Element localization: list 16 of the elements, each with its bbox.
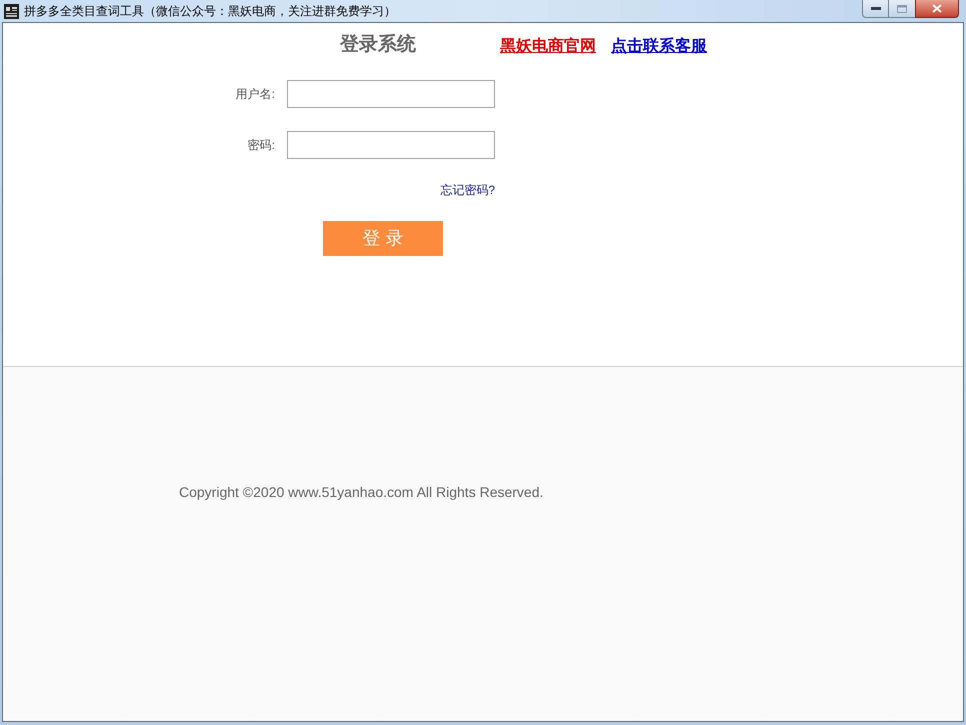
copyright-text: Copyright ©2020 www.51yanhao.com All Rights Reserved.: [179, 483, 544, 502]
page-heading: 登录系统: [340, 34, 417, 56]
minimize-icon: [870, 7, 880, 10]
header-link[interactable]: 点击联系客服: [611, 36, 707, 56]
input-field[interactable]: [287, 131, 495, 159]
forgot-password-link[interactable]: 忘记密码?: [440, 183, 495, 197]
close-button[interactable]: [915, 0, 959, 18]
header-link[interactable]: 黑妖电商官网: [500, 36, 596, 56]
field-label: 用户名:: [234, 86, 275, 103]
close-icon: [932, 4, 942, 13]
field-label: 密码:: [246, 137, 275, 154]
maximize-icon: [897, 4, 907, 12]
input-field[interactable]: [287, 80, 495, 108]
window-title: 拼多多全类目查词工具（微信公众号：黑妖电商，关注进群免费学习）: [24, 3, 396, 20]
minimize-button[interactable]: [862, 0, 889, 18]
app-icon: [4, 4, 19, 18]
